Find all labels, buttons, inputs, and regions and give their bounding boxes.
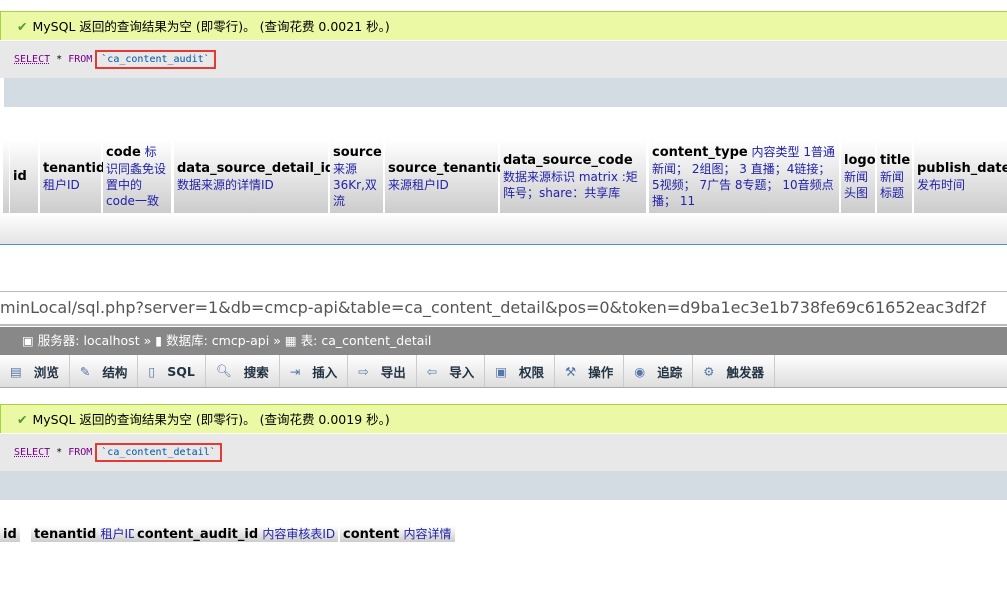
header-edge — [3, 140, 9, 213]
column-header-title[interactable]: title 新闻标题 — [877, 140, 912, 213]
column-header-tenantid[interactable]: tenantid 租户ID — [40, 140, 105, 213]
table-icon: ▤ — [10, 363, 22, 379]
export-icon: ⇨ — [358, 363, 369, 379]
sql-select-link[interactable]: SELECT — [14, 54, 50, 65]
tab-wrench[interactable]: ⚒ 操作 — [555, 355, 625, 387]
success-message: ✔ MySQL 返回的查询结果为空 (即零行)。 (查询花费 0.0019 秒。) — [0, 404, 1007, 433]
success-message: ✔ MySQL 返回的查询结果为空 (即零行)。 (查询花费 0.0021 秒。) — [0, 11, 1007, 40]
tab-trigger[interactable]: ⚙ 触发器 — [693, 355, 775, 387]
column-header-data_source_code[interactable]: data_source_code 数据来源标识 matrix :矩阵号；shar… — [500, 140, 646, 213]
search-icon: 🔍︎ — [215, 363, 232, 378]
breadcrumb-table[interactable]: 表: ca_content_detail — [301, 333, 432, 348]
check-icon: ✔ — [17, 412, 28, 427]
column-header-content_type[interactable]: content_type 内容类型 1普通新闻； 2组图； 3 直播；4链接；5… — [649, 140, 839, 213]
breadcrumb-db[interactable]: 数据库: cmcp-api — [166, 333, 269, 348]
sql-query: SELECT * FROM `ca_content_detail` — [0, 434, 1007, 471]
privileges-icon: ▣ — [495, 363, 508, 379]
table-icon: ▦ — [284, 333, 297, 348]
check-icon: ✔ — [17, 19, 28, 34]
insert-icon: ⇥ — [289, 363, 301, 379]
tab-bar: ▤ 浏览 ✎ 结构 ▯ SQL 🔍︎ 搜索 ⇥ 插入 ⇨ 导出 ⇦ 导入 ▣ 权限 ⚒ 操作 ◉ 追踪 ⚙ 触发器 — [0, 355, 1007, 388]
breadcrumb: ▣ 服务器: localhost » ▮ 数据库: cmcp-api » ▦ 表… — [0, 327, 1007, 355]
column-header-publish_date[interactable]: publish_date 发布时间 — [914, 140, 1007, 213]
column-header-id[interactable]: id — [0, 526, 20, 542]
address-bar[interactable]: minLocal/sql.php?server=1&db=cmcp-api&ta… — [0, 291, 1007, 326]
table-name: `ca_content_detail` — [95, 443, 222, 462]
column-header-tenantid[interactable]: tenantid 租户ID — [31, 526, 141, 542]
column-header-content_audit_id[interactable]: content_audit_id 内容审核表ID — [134, 526, 339, 542]
table-name: `ca_content_audit` — [95, 50, 216, 69]
column-header-source[interactable]: source 来源36Kr,双流 — [330, 140, 383, 213]
import-icon: ⇦ — [426, 363, 438, 379]
sql-query: SELECT * FROM `ca_content_audit` — [0, 41, 1007, 78]
eye-icon: ◉ — [634, 363, 646, 379]
column-header-code[interactable]: code 标识同螽免设置中的code一致 — [103, 140, 171, 213]
query-options-bar — [4, 78, 1007, 107]
tab-insert[interactable]: ⇥ 插入 — [280, 355, 349, 387]
structure-icon: ✎ — [79, 363, 91, 379]
trigger-icon: ⚙ — [703, 363, 715, 379]
server-icon: ▣ — [22, 333, 34, 348]
tab-privileges[interactable]: ▣ 权限 — [485, 355, 556, 387]
sql-select-link[interactable]: SELECT — [14, 447, 50, 458]
column-header-logo[interactable]: logo 新闻头图 — [841, 140, 876, 213]
tab-export[interactable]: ⇨ 导出 — [348, 355, 417, 387]
sql-icon: ▯ — [148, 363, 156, 379]
column-header-source_tenantid[interactable]: source_tenantid 来源租户ID — [385, 140, 506, 213]
column-header-data_source_detail_id[interactable]: data_source_detail_id 数据来源的详情ID — [174, 140, 334, 213]
tab-table[interactable]: ▤ 浏览 — [0, 355, 70, 387]
column-header-content[interactable]: content 内容详情 — [340, 526, 455, 542]
tab-import[interactable]: ⇦ 导入 — [417, 355, 486, 387]
database-icon: ▮ — [155, 333, 163, 348]
wrench-icon: ⚒ — [565, 363, 577, 379]
query-options-bar — [0, 471, 1007, 500]
divider — [0, 213, 1007, 245]
breadcrumb-server[interactable]: 服务器: localhost — [38, 333, 140, 348]
tab-eye[interactable]: ◉ 追踪 — [624, 355, 694, 387]
column-header-id[interactable]: id — [10, 140, 38, 213]
tab-sql[interactable]: ▯ SQL — [138, 355, 206, 387]
tab-search[interactable]: 🔍︎ 搜索 — [206, 355, 280, 387]
tab-structure[interactable]: ✎ 结构 — [70, 355, 139, 387]
